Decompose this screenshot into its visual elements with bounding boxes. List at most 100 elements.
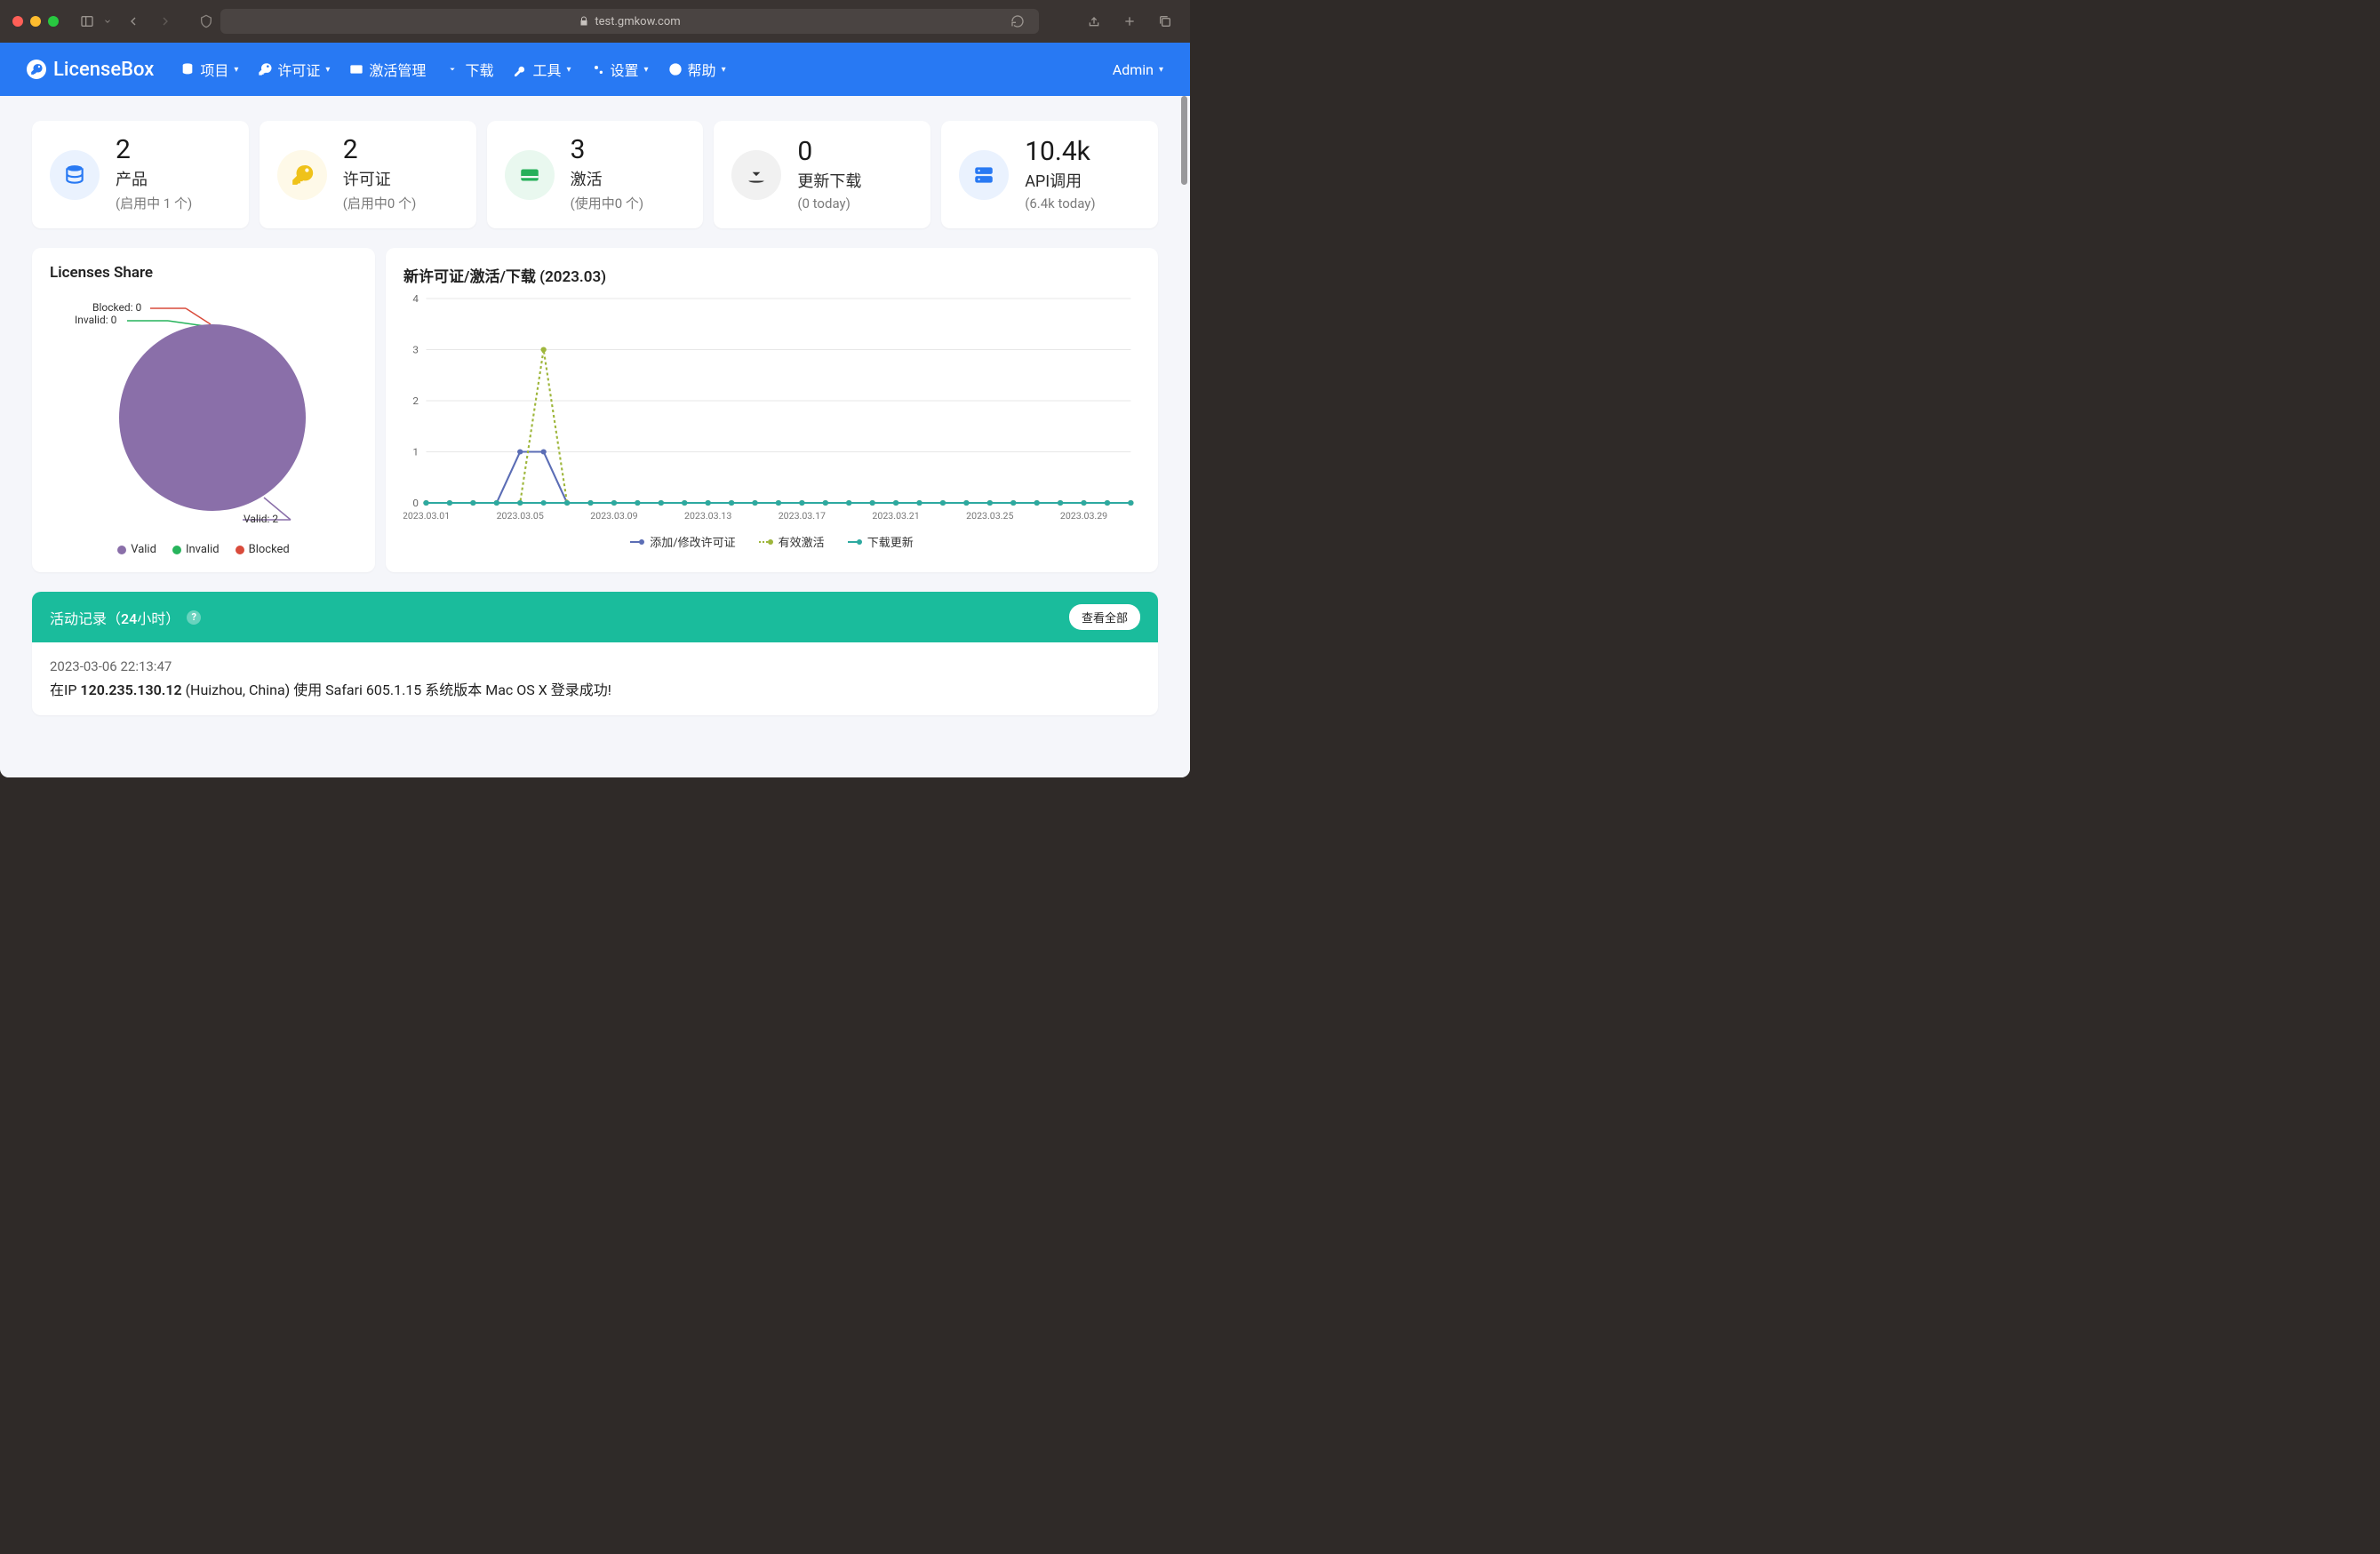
card-icon [349, 62, 363, 76]
svg-text:2023.03.29: 2023.03.29 [1060, 510, 1107, 522]
stat-sub: (6.4k today) [1025, 195, 1095, 211]
nav-activation[interactable]: 激活管理 [349, 59, 426, 80]
activity-message: 在IP 120.235.130.12 (Huizhou, China) 使用 S… [50, 678, 1140, 699]
nav-license[interactable]: 许可证▾ [258, 59, 330, 80]
key-icon [277, 150, 327, 200]
address-bar[interactable]: test.gmkow.com [220, 9, 1039, 34]
svg-text:2: 2 [412, 394, 419, 407]
pie-invalid-label: Invalid: 0 [75, 314, 116, 326]
line-legend: .ll-mark:nth-child(1)::before{}添加/修改许可证 … [403, 533, 1140, 550]
stat-sub: (使用中0 个) [571, 194, 644, 212]
window-minimize[interactable] [30, 16, 41, 27]
stat-products[interactable]: 2 产品 (启用中 1 个) [32, 121, 249, 228]
activity-body: 2023-03-06 22:13:47 在IP 120.235.130.12 (… [32, 642, 1158, 715]
nav-help[interactable]: 帮助▾ [668, 59, 726, 80]
stat-sub: (启用中 1 个) [116, 194, 192, 212]
chevron-down-icon: ▾ [722, 65, 726, 75]
stat-label: 更新下载 [797, 169, 861, 192]
download-icon [731, 150, 781, 200]
scrollbar[interactable] [1181, 96, 1187, 769]
svg-text:0: 0 [412, 497, 419, 509]
database-icon [50, 150, 100, 200]
line-chart: 0 1 2 3 4 2023.03.01 2023.03.05 2023.03.09 2023.… [403, 293, 1140, 524]
chevron-down-icon: ▾ [234, 65, 238, 75]
pie-valid-label: Valid: 2 [244, 513, 278, 525]
svg-text:2023.03.09: 2023.03.09 [590, 510, 637, 522]
nav-tools[interactable]: 工具▾ [513, 59, 571, 80]
panel-title: 新许可证/激活/下载 (2023.03) [403, 264, 1140, 286]
stat-value: 0 [797, 139, 861, 165]
content: 2 产品 (启用中 1 个) 2 许可证 (启用中0 个) [0, 96, 1190, 777]
database-icon [180, 62, 195, 76]
stat-downloads[interactable]: 0 更新下载 (0 today) [714, 121, 930, 228]
view-all-button[interactable]: 查看全部 [1069, 604, 1140, 630]
tabs-icon[interactable] [1153, 9, 1178, 34]
lock-icon [579, 16, 589, 27]
chevron-down-icon[interactable] [101, 9, 114, 34]
activity-header: 活动记录（24小时） ? 查看全部 [32, 592, 1158, 642]
sidebar-toggle-icon[interactable] [75, 9, 100, 34]
svg-text:2023.03.01: 2023.03.01 [403, 510, 450, 522]
help-icon[interactable]: ? [187, 610, 201, 625]
panel-title: Licenses Share [50, 264, 357, 282]
stat-api[interactable]: 10.4k API调用 (6.4k today) [941, 121, 1158, 228]
svg-text:3: 3 [412, 344, 419, 356]
stat-label: API调用 [1025, 169, 1095, 192]
trend-panel: 新许可证/激活/下载 (2023.03) 0 1 2 3 4 2023.03.01 2023… [386, 248, 1158, 572]
stat-activations[interactable]: 3 激活 (使用中0 个) [487, 121, 704, 228]
wrench-icon [513, 62, 527, 76]
gears-icon [591, 62, 605, 76]
svg-text:2023.03.05: 2023.03.05 [497, 510, 544, 522]
stat-label: 产品 [116, 167, 192, 190]
svg-text:2023.03.13: 2023.03.13 [684, 510, 731, 522]
top-nav: LicenseBox 项目▾ 许可证▾ 激活管理 下载 工具▾ 设置▾ 帮助▾ [0, 43, 1190, 96]
stat-value: 3 [571, 137, 644, 163]
chevron-down-icon: ▾ [566, 65, 571, 75]
window-zoom[interactable] [48, 16, 59, 27]
brand[interactable]: LicenseBox [27, 59, 154, 81]
brand-icon [27, 60, 46, 79]
stat-sub: (0 today) [797, 195, 861, 211]
window-close[interactable] [12, 16, 23, 27]
browser-chrome: test.gmkow.com [0, 0, 1190, 43]
brand-name: LicenseBox [53, 59, 154, 81]
stat-label: 许可证 [343, 167, 417, 190]
info-icon [668, 62, 683, 76]
stat-row: 2 产品 (启用中 1 个) 2 许可证 (启用中0 个) [32, 121, 1158, 228]
pie-legend: Valid Invalid Blocked [50, 543, 357, 556]
svg-text:2023.03.25: 2023.03.25 [966, 510, 1013, 522]
pie-blocked-label: Blocked: 0 [92, 301, 141, 314]
stat-label: 激活 [571, 167, 644, 190]
svg-text:2023.03.17: 2023.03.17 [779, 510, 826, 522]
svg-text:4: 4 [412, 293, 419, 305]
stat-licenses[interactable]: 2 许可证 (启用中0 个) [260, 121, 476, 228]
chevron-down-icon: ▾ [644, 65, 649, 75]
stat-value: 10.4k [1025, 139, 1095, 165]
new-tab-icon[interactable] [1117, 9, 1142, 34]
share-icon[interactable] [1082, 9, 1106, 34]
card-icon [505, 150, 555, 200]
shield-icon[interactable] [194, 9, 219, 34]
download-icon [445, 62, 459, 76]
licenses-share-panel: Licenses Share Blocked: 0 Invalid: 0 Val… [32, 248, 375, 572]
key-icon [258, 62, 272, 76]
server-icon [959, 150, 1009, 200]
stat-value: 2 [343, 137, 417, 163]
stat-value: 2 [116, 137, 192, 163]
svg-text:1: 1 [412, 446, 419, 458]
nav-settings[interactable]: 设置▾ [591, 59, 649, 80]
nav-back-button[interactable] [121, 9, 146, 34]
activity-panel: 活动记录（24小时） ? 查看全部 2023-03-06 22:13:47 在I… [32, 592, 1158, 715]
activity-timestamp: 2023-03-06 22:13:47 [50, 658, 1140, 674]
svg-text:2023.03.21: 2023.03.21 [872, 510, 919, 522]
nav-user[interactable]: Admin▾ [1113, 61, 1163, 78]
chevron-down-icon: ▾ [325, 65, 330, 75]
nav-project[interactable]: 项目▾ [180, 59, 238, 80]
nav-forward-button[interactable] [153, 9, 178, 34]
chevron-down-icon: ▾ [1159, 65, 1163, 75]
stat-sub: (启用中0 个) [343, 194, 417, 212]
activity-title: 活动记录（24小时） [50, 607, 180, 628]
reload-icon[interactable] [1005, 9, 1030, 34]
nav-download[interactable]: 下载 [445, 59, 493, 80]
address-url: test.gmkow.com [595, 15, 680, 28]
